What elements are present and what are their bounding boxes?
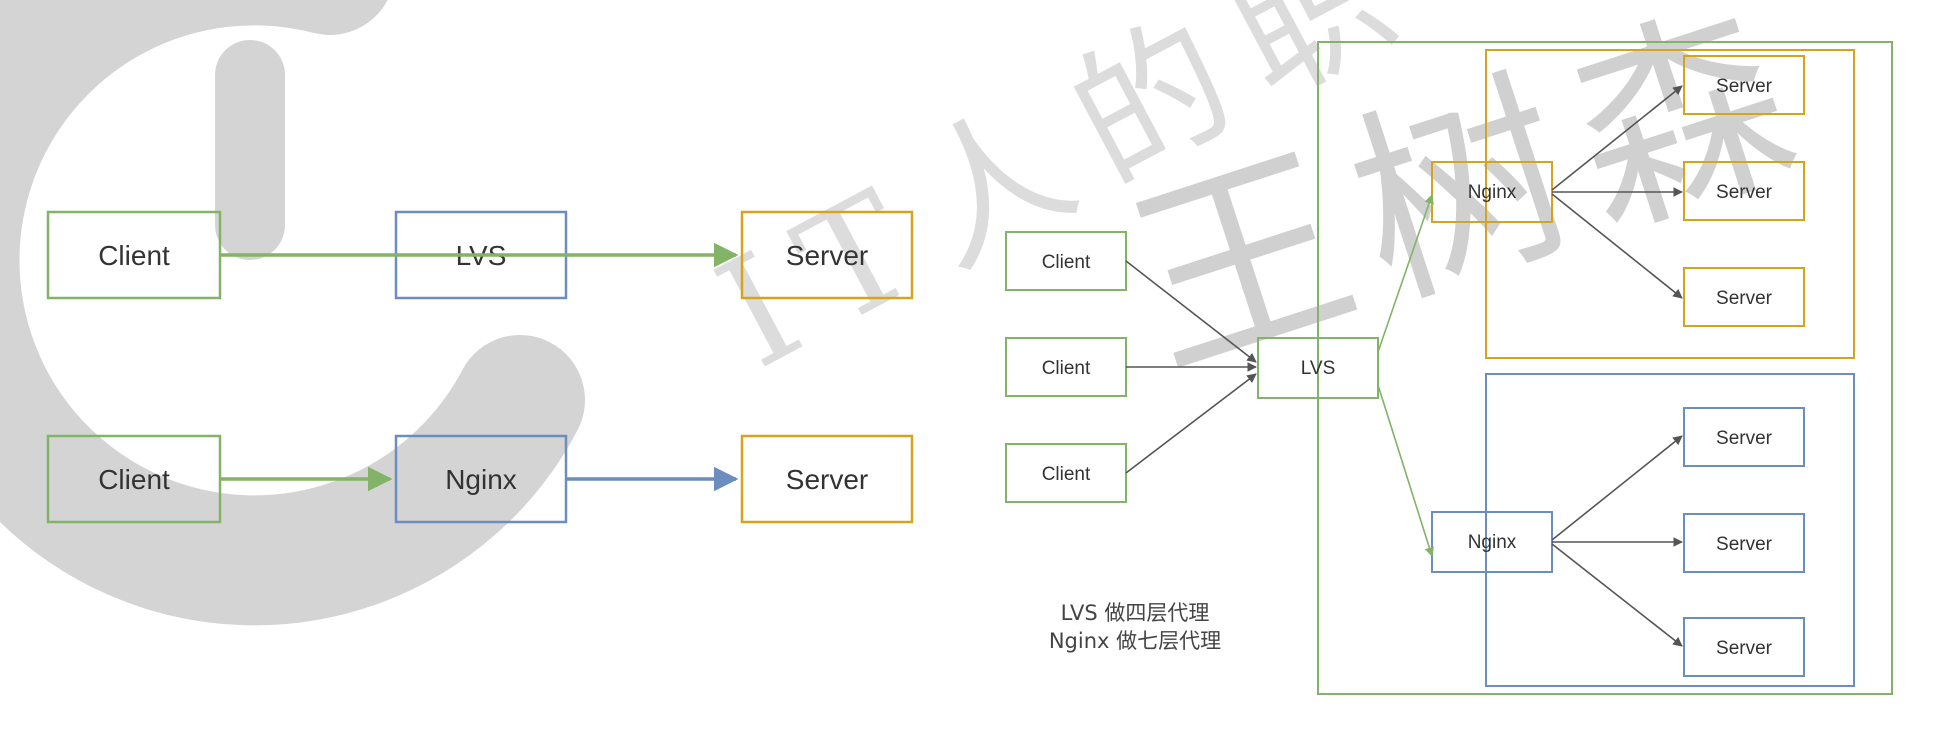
server-label: Server	[1716, 76, 1773, 97]
client-label: Client	[1042, 464, 1091, 485]
server-label: Server	[786, 464, 868, 495]
caption-line-2: Nginx 做七层代理	[1049, 629, 1221, 653]
caption-line-1: LVS 做四层代理	[1061, 601, 1210, 625]
lvs-label: LVS	[1301, 358, 1336, 379]
client-list: Client Client Client	[1005, 231, 1127, 503]
watermark-layer: IT人的职 王树森	[0, 0, 1837, 626]
client-label: Client	[98, 240, 170, 271]
architecture-diagram: IT人的职 王树森 Client LVS Server Client Nginx…	[0, 0, 1893, 695]
nginx-label: Nginx	[1468, 532, 1517, 553]
nginx-to-server-arrow	[1551, 543, 1683, 647]
lower-server-list: Server Server Server	[1683, 407, 1805, 677]
nginx-to-server-arrow	[1551, 435, 1683, 541]
client-label: Client	[98, 464, 170, 495]
nginx-label: Nginx	[1468, 182, 1517, 203]
circular-logo-watermark	[0, 0, 585, 626]
client-label: Client	[1042, 252, 1091, 273]
lower-nginx-group	[1485, 373, 1855, 687]
lvs-to-nginx-arrow	[1377, 384, 1434, 557]
server-label: Server	[1716, 288, 1773, 309]
server-label: Server	[1716, 638, 1773, 659]
client-label: Client	[1042, 358, 1091, 379]
server-label: Server	[786, 240, 868, 271]
server-label: Server	[1716, 534, 1773, 555]
server-label: Server	[1716, 428, 1773, 449]
nginx-label: Nginx	[445, 464, 517, 495]
server-label: Server	[1716, 182, 1773, 203]
